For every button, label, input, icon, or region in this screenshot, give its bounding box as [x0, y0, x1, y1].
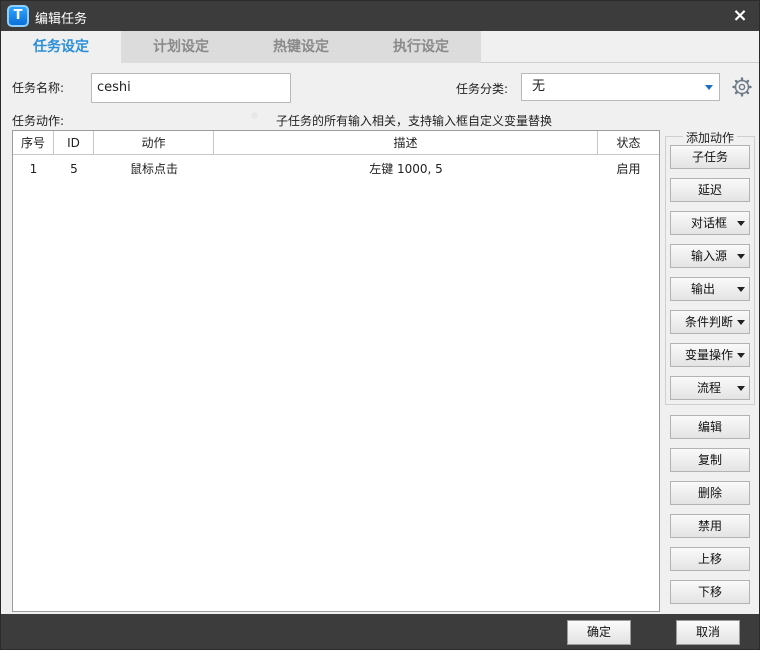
close-button[interactable]: × — [729, 5, 751, 27]
hint-text: 子任务的所有输入相关，支持输入框自定义变量替换 — [276, 114, 553, 128]
indicator-dot — [251, 112, 258, 119]
add-action-group-title: 添加动作 — [683, 129, 738, 146]
table-header: 序号 ID 动作 描述 状态 — [13, 131, 659, 155]
task-name-input[interactable]: ceshi — [91, 73, 291, 103]
move-up-label: 上移 — [697, 552, 722, 566]
task-category-select[interactable]: 无 — [521, 73, 720, 101]
col-action[interactable]: 动作 — [94, 131, 214, 155]
actions-table[interactable]: 序号 ID 动作 描述 状态 1 5 鼠标点击 左键 1000, 5 启用 — [12, 130, 660, 612]
cell-description: 左键 1000, 5 — [369, 162, 443, 176]
app-logo-icon: T — [7, 5, 29, 27]
dropdown-arrow-icon — [737, 221, 745, 226]
task-category-value: 无 — [532, 79, 546, 94]
dropdown-arrow-icon — [737, 254, 745, 259]
task-category-label: 任务分类: — [456, 82, 509, 96]
title-bar[interactable]: T 编辑任务 × — [1, 1, 759, 31]
cell-action: 鼠标点击 — [129, 162, 178, 176]
bottom-bar: 确定 取消 — [1, 614, 759, 649]
dropdown-arrow-icon — [737, 386, 745, 391]
add-output-button[interactable]: 输出 — [670, 277, 750, 301]
edit-button[interactable]: 编辑 — [670, 415, 750, 439]
tab-bar: 任务设定 计划设定 热键设定 执行设定 — [1, 31, 759, 63]
add-variable-op-button[interactable]: 变量操作 — [670, 343, 750, 367]
add-flow-label: 流程 — [697, 381, 722, 395]
dropdown-arrow-icon — [737, 287, 745, 292]
add-input-source-label: 输入源 — [691, 249, 728, 263]
tab-task-settings[interactable]: 任务设定 — [1, 31, 121, 63]
add-dialog-label: 对话框 — [691, 216, 728, 230]
col-id[interactable]: ID — [54, 131, 94, 155]
cancel-button[interactable]: 取消 — [676, 620, 740, 645]
disable-button[interactable]: 禁用 — [670, 514, 750, 538]
add-input-source-button[interactable]: 输入源 — [670, 244, 750, 268]
dropdown-arrow-icon — [737, 353, 745, 358]
tab-schedule-settings[interactable]: 计划设定 — [121, 31, 241, 63]
delete-label: 删除 — [697, 486, 722, 500]
cell-id: 5 — [70, 162, 78, 176]
add-condition-button[interactable]: 条件判断 — [670, 310, 750, 334]
move-down-button[interactable]: 下移 — [670, 580, 750, 604]
col-status[interactable]: 状态 — [598, 131, 659, 155]
table-row[interactable]: 1 5 鼠标点击 左键 1000, 5 启用 — [13, 157, 659, 181]
copy-label: 复制 — [697, 453, 722, 467]
add-subtask-button[interactable]: 子任务 — [670, 145, 750, 169]
task-name-label: 任务名称: — [12, 81, 65, 95]
add-output-label: 输出 — [691, 282, 716, 296]
add-condition-label: 条件判断 — [685, 315, 734, 329]
cell-index: 1 — [29, 162, 38, 176]
col-index[interactable]: 序号 — [13, 131, 54, 155]
edit-task-window: T 编辑任务 × 任务设定 计划设定 热键设定 执行设定 任务名称: ceshi… — [0, 0, 760, 650]
move-down-label: 下移 — [697, 585, 722, 599]
col-description[interactable]: 描述 — [214, 131, 598, 155]
dropdown-arrow-icon — [737, 320, 745, 325]
add-dialog-button[interactable]: 对话框 — [670, 211, 750, 235]
add-delay-button[interactable]: 延迟 — [670, 178, 750, 202]
edit-label: 编辑 — [697, 420, 722, 434]
add-variable-op-label: 变量操作 — [685, 348, 734, 362]
move-up-button[interactable]: 上移 — [670, 547, 750, 571]
copy-button[interactable]: 复制 — [670, 448, 750, 472]
task-actions-label: 任务动作: — [12, 114, 65, 128]
window-title: 编辑任务 — [35, 12, 88, 27]
add-flow-button[interactable]: 流程 — [670, 376, 750, 400]
add-delay-label: 延迟 — [697, 183, 722, 197]
ok-button[interactable]: 确定 — [567, 620, 631, 645]
disable-label: 禁用 — [697, 519, 722, 533]
tab-hotkey-settings[interactable]: 热键设定 — [241, 31, 361, 63]
chevron-down-icon — [705, 85, 713, 90]
add-subtask-label: 子任务 — [691, 150, 728, 164]
delete-button[interactable]: 删除 — [670, 481, 750, 505]
cell-status: 启用 — [616, 162, 641, 176]
gear-icon[interactable] — [732, 77, 752, 97]
tab-execution-settings[interactable]: 执行设定 — [361, 31, 481, 63]
